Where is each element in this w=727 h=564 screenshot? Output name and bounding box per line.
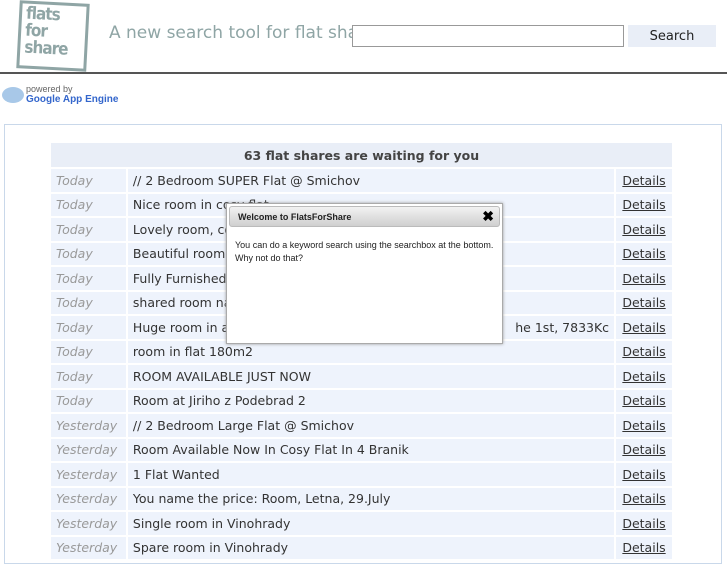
details-cell: Details	[616, 267, 672, 290]
details-cell: Details	[616, 316, 672, 339]
details-cell: Details	[616, 291, 672, 314]
details-cell: Details	[616, 487, 672, 510]
search-button[interactable]: Search	[628, 25, 716, 47]
details-link[interactable]: Details	[622, 418, 665, 433]
row-title: Spare room in Vinohrady	[127, 536, 615, 559]
row-date: Today	[51, 218, 126, 241]
details-cell: Details	[616, 438, 672, 461]
app-engine-icon	[2, 86, 24, 103]
details-link[interactable]: Details	[622, 173, 665, 188]
row-title: ROOM AVAILABLE JUST NOW	[127, 365, 615, 388]
details-link[interactable]: Details	[622, 369, 665, 384]
details-cell: Details	[616, 242, 672, 265]
table-row: Today ROOM AVAILABLE JUST NOW Details	[51, 365, 672, 388]
row-date: Today	[51, 267, 126, 290]
row-title: Room Available Now In Cosy Flat In 4 Bra…	[127, 438, 615, 461]
dialog-title: Welcome to FlatsForShare	[229, 206, 500, 227]
table-row: Yesterday You name the price: Room, Letna…	[51, 487, 672, 510]
row-date: Yesterday	[51, 536, 126, 559]
table-row: Yesterday Room Available Now In Cosy Flat…	[51, 438, 672, 461]
close-icon[interactable]: ✖	[482, 208, 494, 225]
tagline: A new search tool for flat shares	[109, 23, 352, 43]
details-cell: Details	[616, 389, 672, 412]
row-date: Today	[51, 242, 126, 265]
row-date: Today	[51, 340, 126, 363]
details-link[interactable]: Details	[622, 540, 665, 555]
details-link[interactable]: Details	[622, 246, 665, 261]
badge-line1: powered by	[26, 84, 73, 94]
table-row: Yesterday// 2 Bedroom Large Flat @ Smich…	[51, 414, 672, 437]
details-link[interactable]: Details	[622, 467, 665, 482]
row-date: Yesterday	[51, 463, 126, 486]
row-title: // 2 Bedroom Large Flat @ Smichov	[127, 414, 615, 437]
table-row: Yesterday Spare room in Vinohrady Details	[51, 536, 672, 559]
details-cell: Details	[616, 218, 672, 241]
details-cell: Details	[616, 536, 672, 559]
details-link[interactable]: Details	[622, 393, 665, 408]
details-link[interactable]: Details	[622, 271, 665, 286]
details-cell: Details	[616, 463, 672, 486]
table-row: Today Room at Jiriho z Podebrad 2 Details	[51, 389, 672, 412]
row-date: Today	[51, 316, 126, 339]
row-title: You name the price: Room, Letna, 29.July	[127, 487, 615, 510]
row-date: Yesterday	[51, 414, 126, 437]
details-link[interactable]: Details	[622, 197, 665, 212]
row-date: Today	[51, 389, 126, 412]
table-title: 63 flat shares are waiting for you	[51, 143, 672, 167]
details-cell: Details	[616, 340, 672, 363]
row-title: 1 Flat Wanted	[127, 463, 615, 486]
details-cell: Details	[616, 365, 672, 388]
details-link[interactable]: Details	[622, 295, 665, 310]
row-date: Today	[51, 291, 126, 314]
details-link[interactable]: Details	[622, 442, 665, 457]
details-cell: Details	[616, 169, 672, 192]
details-link[interactable]: Details	[622, 222, 665, 237]
details-link[interactable]: Details	[622, 516, 665, 531]
details-link[interactable]: Details	[622, 320, 665, 335]
table-row: Yesterday Single room in Vinohrady Details	[51, 512, 672, 535]
search-input[interactable]	[352, 25, 624, 47]
dialog-body: You can do a keyword search using the se…	[235, 240, 494, 263]
row-date: Yesterday	[51, 512, 126, 535]
row-title: Room at Jiriho z Podebrad 2	[127, 389, 615, 412]
details-link[interactable]: Details	[622, 491, 665, 506]
details-link[interactable]: Details	[622, 344, 665, 359]
powered-by-badge[interactable]: powered by Google App Engine	[2, 84, 118, 105]
table-row: Today// 2 Bedroom SUPER Flat @ Smichov De…	[51, 169, 672, 192]
table-row: Yesterday 1 Flat Wanted Details	[51, 463, 672, 486]
row-date: Yesterday	[51, 438, 126, 461]
details-cell: Details	[616, 193, 672, 216]
row-date: Today	[51, 365, 126, 388]
row-date: Today	[51, 193, 126, 216]
badge-line2: Google App Engine	[26, 94, 119, 105]
row-title: Single room in Vinohrady	[127, 512, 615, 535]
details-cell: Details	[616, 512, 672, 535]
logo[interactable]: flats for share	[16, 0, 90, 72]
row-title: // 2 Bedroom SUPER Flat @ Smichov	[127, 169, 615, 192]
details-cell: Details	[616, 414, 672, 437]
header: flats for share A new search tool for flat…	[0, 0, 727, 74]
welcome-dialog: Welcome to FlatsForShare ✖ You can do a …	[226, 203, 503, 344]
row-date: Today	[51, 169, 126, 192]
row-date: Yesterday	[51, 487, 126, 510]
